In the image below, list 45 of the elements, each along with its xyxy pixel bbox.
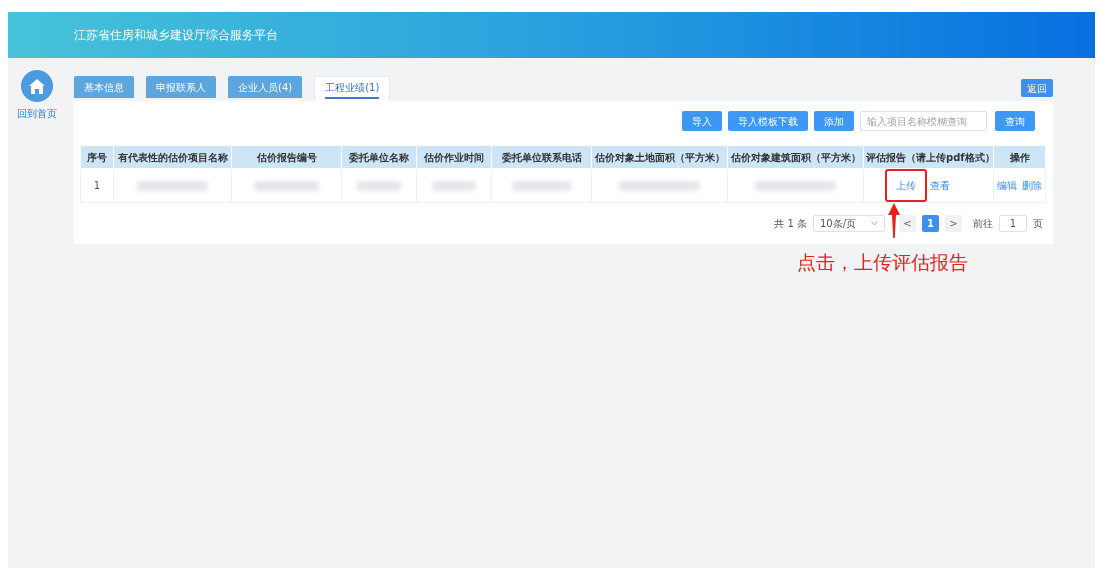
annotation-text: 点击，上传评估报告: [797, 250, 968, 275]
blurred-value: [137, 180, 208, 191]
toolbar-button[interactable]: 导入模板下载: [728, 111, 808, 131]
table-cell: 1: [93, 180, 101, 191]
column-header: 委托单位名称: [349, 151, 409, 163]
page-size-select[interactable]: 10条/页: [813, 215, 885, 232]
column-header: 评估报告（请上传pdf格式）: [866, 151, 995, 163]
tab[interactable]: 申报联系人: [146, 76, 216, 98]
page-input[interactable]: 1: [999, 215, 1027, 232]
toolbar-button[interactable]: 添加: [814, 111, 854, 131]
table-link[interactable]: 删除: [1022, 178, 1042, 193]
page-button[interactable]: 1: [922, 215, 939, 232]
tab[interactable]: 工程业绩(1): [314, 76, 391, 101]
blurred-value: [253, 180, 320, 191]
tab[interactable]: 企业人员(4): [228, 76, 303, 98]
table-link[interactable]: 上传: [887, 171, 925, 200]
total-count: 共 1 条: [774, 217, 807, 231]
blurred-value: [431, 180, 477, 191]
annotation-arrow: [888, 203, 900, 238]
column-header: 估价对象土地面积（平方米）: [594, 151, 725, 163]
tab[interactable]: 基本信息: [74, 76, 134, 98]
home-label[interactable]: 回到首页: [17, 106, 57, 121]
search-field[interactable]: 输入项目名称模糊查询: [860, 111, 987, 131]
goto-label: 前往: [973, 217, 993, 231]
column-header: 估价作业时间: [424, 151, 484, 163]
column-header: 序号: [87, 151, 107, 163]
table-link[interactable]: 查看: [930, 178, 950, 193]
column-header: 估价报告编号: [256, 151, 317, 163]
blurred-value: [511, 180, 572, 191]
column-header: 操作: [1009, 151, 1030, 163]
back-button[interactable]: 返回: [1021, 79, 1053, 97]
column-header: 有代表性的估价项目名称: [117, 151, 228, 163]
previous-page-button[interactable]: <: [899, 215, 916, 232]
column-header: 委托单位联系电话: [501, 151, 582, 163]
page-suffix: 页: [1033, 217, 1043, 231]
chevron-down-icon: [871, 221, 878, 226]
home-icon: [29, 78, 45, 94]
next-page-button[interactable]: >: [945, 215, 962, 232]
table-link[interactable]: 编辑: [997, 178, 1017, 193]
blurred-value: [356, 180, 402, 191]
query-button[interactable]: 查询: [995, 111, 1035, 131]
home-button[interactable]: [21, 70, 53, 102]
header-title: 江苏省住房和城乡建设厅综合服务平台: [74, 27, 278, 44]
column-header: 估价对象建筑面积（平方米）: [730, 151, 861, 163]
toolbar-button[interactable]: 导入: [682, 111, 722, 131]
